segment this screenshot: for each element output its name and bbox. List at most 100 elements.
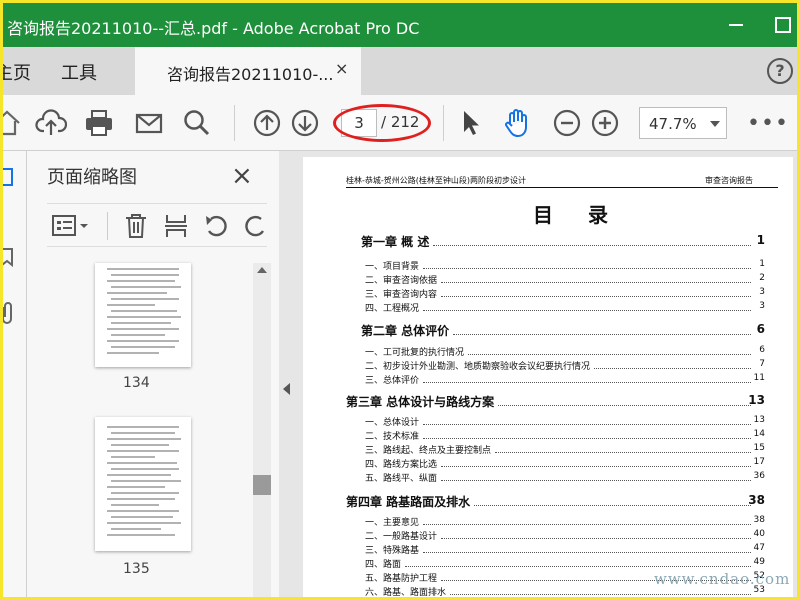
toc-entry[interactable]: 一、工可批复的执行情况 xyxy=(365,345,464,358)
toc-leader-dots xyxy=(405,566,751,567)
toc-leader-dots xyxy=(441,296,751,297)
toc-entry[interactable]: 第三章 总体设计与路线方案 xyxy=(346,393,494,410)
toc-entry[interactable]: 第四章 路基路面及排水 xyxy=(346,493,470,510)
zoom-level-dropdown[interactable]: 47.7% xyxy=(639,107,727,139)
toc-leader-dots xyxy=(468,354,751,355)
extract-page-icon[interactable] xyxy=(163,212,189,240)
toc-leader-dots xyxy=(433,245,751,246)
rotate-ccw-icon[interactable] xyxy=(203,212,231,240)
thumbnail-scrollbar[interactable] xyxy=(253,263,271,597)
toc-leader-dots xyxy=(441,466,751,467)
help-icon[interactable]: ? xyxy=(767,58,793,84)
thumbnails-panel: 页面缩略图 × 134 135 xyxy=(27,151,279,597)
toc-leader-dots xyxy=(441,538,751,539)
tab-bar: 主页 工具 咨询报告20211010-... × ? xyxy=(3,47,797,95)
scroll-up-icon[interactable] xyxy=(257,267,267,273)
toc-entry[interactable]: 三、审查咨询内容 xyxy=(365,287,437,300)
toc-entry[interactable]: 三、路线起、终点及主要控制点 xyxy=(365,443,491,456)
panel-title: 页面缩略图 xyxy=(47,167,137,188)
toc-entry[interactable]: 六、路基、路面排水 xyxy=(365,585,446,597)
toc-entry[interactable]: 一、主要意见 xyxy=(365,515,419,528)
zoom-level-value: 47.7% xyxy=(649,115,697,133)
delete-page-icon[interactable] xyxy=(123,212,149,240)
cloud-upload-icon[interactable] xyxy=(35,107,67,139)
toc-leader-dots xyxy=(453,334,751,335)
document-view[interactable]: 桂林-恭城-贺州公路(桂林至钟山段)两阶段初步设计 审查咨询报告 目 录 第一章… xyxy=(295,151,797,597)
toc-leader-dots xyxy=(423,268,751,269)
thumbnail-text-lines xyxy=(107,426,181,536)
toc-leader-dots xyxy=(441,480,751,481)
window-frame: 咨询报告20211010--汇总.pdf - Adobe Acrobat Pro… xyxy=(0,0,800,600)
home-icon[interactable] xyxy=(0,107,23,139)
toc-leader-dots xyxy=(474,505,751,506)
toc-leader-dots xyxy=(423,310,751,311)
toc-leader-dots xyxy=(495,452,751,453)
select-arrow-icon[interactable] xyxy=(455,107,487,139)
page-thumbnail[interactable] xyxy=(95,417,191,551)
toc-title: 目 录 xyxy=(533,203,622,227)
toc-entry[interactable]: 三、特殊路基 xyxy=(365,543,419,556)
toc-entry[interactable]: 一、项目背景 xyxy=(365,259,419,272)
minimize-button[interactable] xyxy=(725,13,749,35)
rotate-cw-icon[interactable] xyxy=(243,212,267,240)
toc-leader-dots xyxy=(423,552,751,553)
thumbnail-page-number: 135 xyxy=(123,561,150,577)
next-page-icon[interactable] xyxy=(289,107,321,139)
more-options-icon[interactable]: ••• xyxy=(747,111,789,136)
menu-home[interactable]: 主页 xyxy=(3,59,31,85)
toc-leader-dots xyxy=(450,594,751,595)
toc-leader-dots xyxy=(423,438,751,439)
toc-entry[interactable]: 第二章 总体评价 xyxy=(361,322,449,339)
toc-entry[interactable]: 二、初步设计外业勘测、地质勘察验收会议纪要执行情况 xyxy=(365,359,590,372)
toc-entry[interactable]: 四、路面 xyxy=(365,557,401,570)
toc-entry[interactable]: 二、一般路基设计 xyxy=(365,529,437,542)
window-title: 咨询报告20211010--汇总.pdf - Adobe Acrobat Pro… xyxy=(7,19,420,38)
pdf-page: 桂林-恭城-贺州公路(桂林至钟山段)两阶段初步设计 审查咨询报告 目 录 第一章… xyxy=(303,157,793,597)
thumbnail-page-number: 134 xyxy=(123,375,150,391)
menu-tools[interactable]: 工具 xyxy=(61,59,97,85)
print-icon[interactable] xyxy=(83,107,115,139)
email-icon[interactable] xyxy=(133,107,165,139)
title-bar: 咨询报告20211010--汇总.pdf - Adobe Acrobat Pro… xyxy=(3,3,797,47)
document-tab-label: 咨询报告20211010-... xyxy=(167,65,334,84)
toc-entry[interactable]: 四、路线方案比选 xyxy=(365,457,437,470)
toc-entry[interactable]: 一、总体设计 xyxy=(365,415,419,428)
thumbnail-text-lines xyxy=(107,268,181,354)
toolbar-divider xyxy=(107,212,108,240)
close-tab-icon[interactable]: × xyxy=(335,59,348,78)
maximize-button[interactable] xyxy=(771,13,795,35)
toc-entry[interactable]: 三、总体评价 xyxy=(365,373,419,386)
page-header-left: 桂林-恭城-贺州公路(桂林至钟山段)两阶段初步设计 xyxy=(346,176,527,185)
toolbar-divider xyxy=(443,105,444,141)
zoom-out-icon[interactable] xyxy=(551,107,583,139)
close-panel-icon[interactable]: × xyxy=(231,161,253,191)
zoom-in-icon[interactable] xyxy=(589,107,621,139)
search-icon[interactable] xyxy=(181,107,213,139)
toc-entry[interactable]: 二、技术标准 xyxy=(365,429,419,442)
page-thumbnails-icon[interactable] xyxy=(0,167,15,187)
highlight-ellipse xyxy=(333,104,431,142)
toc-entry[interactable]: 五、路基防护工程 xyxy=(365,571,437,584)
toc-entry[interactable]: 第一章 概 述 xyxy=(361,233,429,250)
toc-entry[interactable]: 五、路线平、纵面 xyxy=(365,471,437,484)
navigation-rail xyxy=(0,151,27,597)
toc-leader-dots xyxy=(441,282,751,283)
previous-page-icon[interactable] xyxy=(251,107,283,139)
watermark-text: www.cndao.com xyxy=(654,570,791,588)
header-rule xyxy=(346,187,778,188)
scrollbar-thumb[interactable] xyxy=(253,475,271,495)
bookmark-icon[interactable] xyxy=(0,247,15,267)
page-thumbnail[interactable] xyxy=(95,263,191,367)
hand-tool-icon[interactable] xyxy=(501,107,533,139)
thumbnail-options-icon[interactable] xyxy=(51,214,91,238)
toc-leader-dots xyxy=(498,405,751,406)
attachment-icon[interactable] xyxy=(0,301,15,325)
document-tab[interactable]: 咨询报告20211010-... × xyxy=(135,47,361,95)
toc-entry[interactable]: 四、工程概况 xyxy=(365,301,419,314)
collapse-arrow-icon xyxy=(283,383,290,395)
toc-entry[interactable]: 二、审查咨询依据 xyxy=(365,273,437,286)
chevron-down-icon xyxy=(710,121,720,127)
page-header-right: 审查咨询报告 xyxy=(705,176,753,185)
thumbnail-toolbar xyxy=(47,203,267,247)
panel-collapse-handle[interactable] xyxy=(279,151,295,597)
